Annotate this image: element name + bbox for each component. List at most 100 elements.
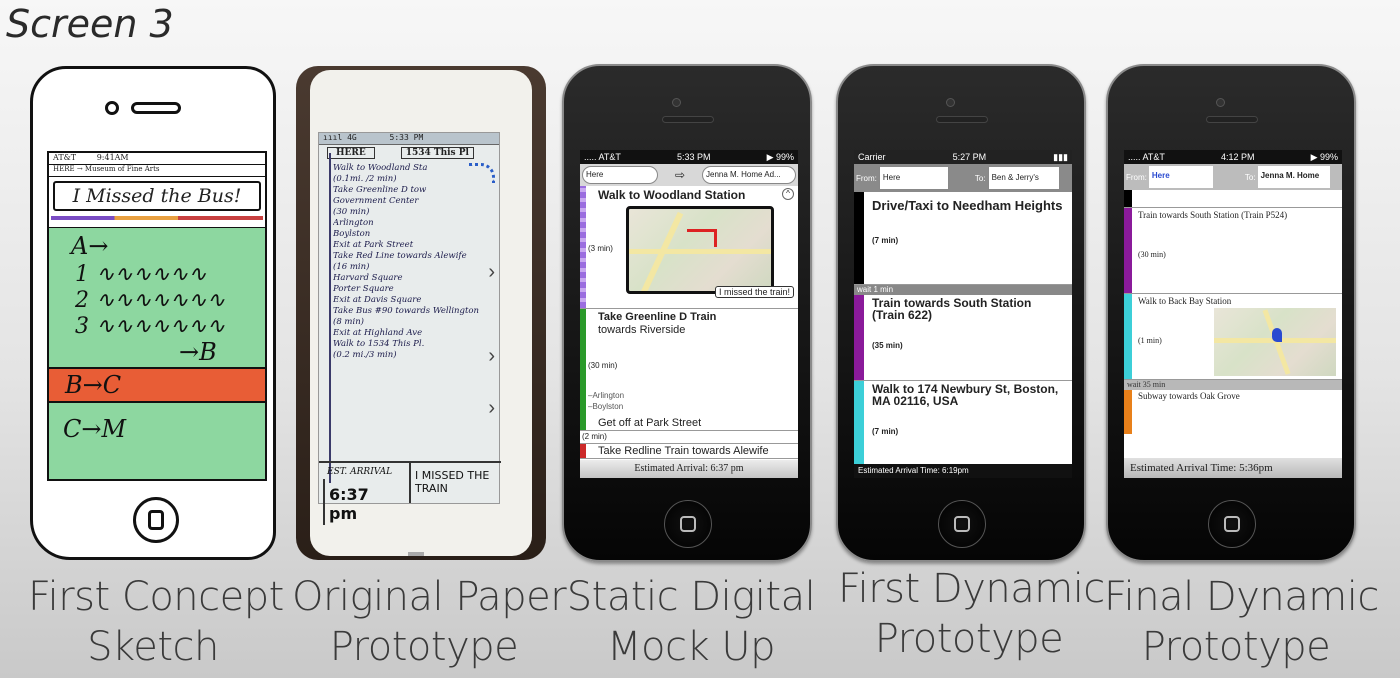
arrow-right-icon: ⇨ xyxy=(674,168,686,182)
step-list: Walk to Woodland Station ^ (3 min) I mis… xyxy=(580,186,798,459)
step-title: Subway towards Oak Grove xyxy=(1138,391,1240,401)
to-field[interactable]: Ben & Jerry's xyxy=(987,166,1060,190)
paper-step: (8 min) xyxy=(333,317,364,327)
step-row[interactable]: Take Redline Train towards Alewife xyxy=(580,444,798,459)
paper-route-fields: HERE 1534 This Pl xyxy=(319,145,499,161)
route-map[interactable] xyxy=(626,206,774,294)
from-field[interactable]: Here xyxy=(582,166,658,184)
caption-final-dynamic: Final Dynamic Prototype xyxy=(1104,574,1379,670)
route-map[interactable] xyxy=(1214,308,1336,376)
paper-step: Government Center xyxy=(333,196,419,206)
paper-step-list: Walk to Woodland Sta (0.1mi. /2 min) Take … xyxy=(333,163,511,361)
sketch-missed-button[interactable]: I Missed the Bus! xyxy=(53,181,261,211)
paper-step: Boylston xyxy=(333,229,371,239)
to-field[interactable]: Jenna M. Home xyxy=(1257,166,1330,188)
paper-bottom-bar: EST. ARRIVAL 6:37 pm I MISSED THE TRAIN xyxy=(319,461,501,525)
step-color-bar xyxy=(580,309,586,430)
step-title: Train towards South Station (Train 622) xyxy=(872,296,1032,322)
final-dynamic-screen: ..... AT&T 4:12 PM ▶ 99% From: Here To: … xyxy=(1124,150,1342,478)
paper-route-line xyxy=(329,153,331,483)
step-color-bar xyxy=(1124,208,1132,293)
carrier: ..... AT&T xyxy=(1128,152,1165,162)
step-time: (30 min) xyxy=(1138,250,1166,259)
step-row[interactable]: Drive/Taxi to Needham Heights (7 min) xyxy=(854,192,1072,285)
from-field[interactable]: Here xyxy=(878,166,949,190)
home-button xyxy=(938,500,986,548)
time: 4:12 PM xyxy=(1220,152,1255,162)
step-list: Train towards South Station (Train P524)… xyxy=(1124,190,1342,434)
home-button xyxy=(133,497,179,543)
paper-status-bar: ıııl 4G 5:33 PM xyxy=(319,133,499,145)
paper-step: Exit at Park Street xyxy=(333,240,414,250)
step-row[interactable]: Subway towards Oak Grove xyxy=(1124,390,1342,434)
to-field[interactable]: Jenna M. Home Ad... xyxy=(702,166,796,184)
chevron-right-icon[interactable]: › xyxy=(488,397,495,420)
step-row[interactable]: Walk to Back Bay Station (1 min) xyxy=(1124,294,1342,380)
missed-train-button[interactable]: I missed the train! xyxy=(714,286,794,298)
chevron-right-icon[interactable]: › xyxy=(488,261,495,284)
step-time: (3 min) xyxy=(588,244,613,253)
home-button xyxy=(1208,500,1256,548)
step-color-bar xyxy=(854,381,864,475)
paper-step: Porter Square xyxy=(333,284,394,294)
paper-time: 5:33 PM xyxy=(389,133,424,142)
route-header: From: Here To: Jenna M. Home xyxy=(1124,164,1342,190)
sketch-line: 3 ∿∿∿∿∿∿∿ xyxy=(75,314,226,339)
step-color-bar xyxy=(854,192,864,284)
stop-label: –Boylston xyxy=(588,402,624,411)
time: 5:33 PM xyxy=(676,152,711,162)
static-screen: ..... AT&T 5:33 PM ▶ 99% Here ⇨ Jenna M.… xyxy=(580,150,798,478)
step-color-bar xyxy=(1124,294,1132,379)
paper-missed-button[interactable]: I MISSED THE TRAIN xyxy=(409,463,501,503)
status-bar: ..... AT&T 4:12 PM ▶ 99% xyxy=(1124,150,1342,164)
caption-static-digital: Static Digital Mock Up xyxy=(566,574,816,670)
paper-step: (30 min) xyxy=(333,207,370,217)
sketch-line: C→M xyxy=(63,415,127,443)
sketch-time: 9:41AM xyxy=(96,153,129,162)
paper-from-field[interactable]: HERE xyxy=(327,147,375,159)
step-subtitle: towards Riverside xyxy=(598,324,686,336)
route-header: Here ⇨ Jenna M. Home Ad... xyxy=(580,164,798,186)
time: 5:27 PM xyxy=(952,152,987,162)
camera-icon xyxy=(672,98,681,107)
from-field[interactable]: Here xyxy=(1148,166,1213,188)
sketch-highlight-section: B→C xyxy=(49,367,265,403)
caption-original-paper: Original Paper Prototype xyxy=(292,574,567,670)
sketch-route-section: A→ 1 ∿∿∿∿∿∿ 2 ∿∿∿∿∿∿∿ 3 ∿∿∿∿∿∿∿ →B xyxy=(49,227,265,367)
speaker-icon xyxy=(1206,116,1258,123)
paper-arrival: EST. ARRIVAL 6:37 pm xyxy=(319,463,409,525)
camera-icon xyxy=(946,98,955,107)
collapse-icon[interactable]: ^ xyxy=(782,188,794,200)
sketch-progress-bar xyxy=(51,216,263,220)
step-color-bar xyxy=(854,295,864,380)
paper-step: Take Greenline D tow xyxy=(333,185,427,195)
first-dynamic-phone: Carrier 5:27 PM ▮▮▮ From: Here To: Ben &… xyxy=(836,64,1086,562)
estimated-arrival: Estimated Arrival Time: 5:36pm xyxy=(1124,458,1342,478)
step-row[interactable]: Take Greenline D Train towards Riverside… xyxy=(580,309,798,431)
paper-prototype-photo: ıııl 4G 5:33 PM HERE 1534 This Pl Walk t… xyxy=(296,66,546,560)
step-row[interactable]: Walk to 174 Newbury St, Boston, MA 02116… xyxy=(854,381,1072,475)
static-mockup-phone: ..... AT&T 5:33 PM ▶ 99% Here ⇨ Jenna M.… xyxy=(562,64,812,562)
speaker-icon xyxy=(662,116,714,123)
sketch-line: 2 ∿∿∿∿∿∿∿ xyxy=(75,288,226,313)
step-color-bar xyxy=(1124,390,1132,434)
step-row[interactable]: Train towards South Station (Train 622) … xyxy=(854,295,1072,381)
page-title: Screen 3 xyxy=(6,2,174,46)
step-row: (2 min) xyxy=(580,431,798,444)
step-time: (1 min) xyxy=(1138,336,1162,345)
from-label: From: xyxy=(1126,172,1147,182)
chevron-right-icon[interactable]: › xyxy=(488,345,495,368)
paper-step: Take Bus #90 towards Wellington xyxy=(333,306,479,316)
step-row[interactable]: Walk to Woodland Station ^ (3 min) I mis… xyxy=(580,186,798,309)
paper-step: (16 min) xyxy=(333,262,370,272)
paper-to-field[interactable]: 1534 This Pl xyxy=(400,147,474,159)
estimated-arrival: Estimated Arrival: 6:37 pm xyxy=(580,460,798,478)
sketch-route-section: C→M xyxy=(49,403,265,479)
battery: ▶ 99% xyxy=(766,151,794,162)
carrier: Carrier xyxy=(858,152,886,162)
step-row[interactable]: Train towards South Station (Train P524)… xyxy=(1124,208,1342,294)
step-list: Drive/Taxi to Needham Heights (7 min) wa… xyxy=(854,192,1072,475)
battery: ▶ 99% xyxy=(1310,151,1338,162)
final-dynamic-phone: ..... AT&T 4:12 PM ▶ 99% From: Here To: … xyxy=(1106,64,1356,562)
sketch-line: 1 ∿∿∿∿∿∿ xyxy=(75,262,207,287)
